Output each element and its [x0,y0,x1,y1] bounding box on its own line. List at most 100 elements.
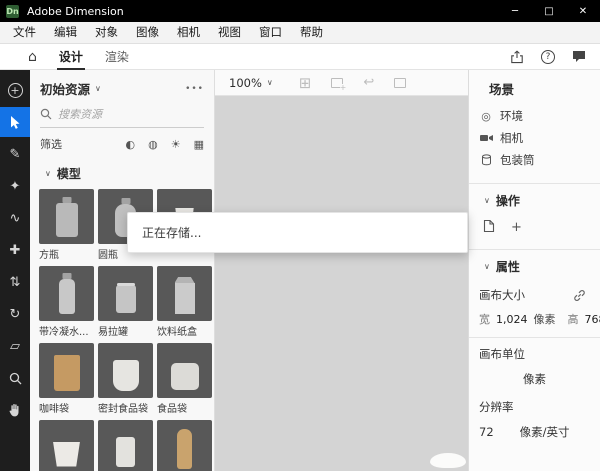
scene-item-model[interactable]: 包装筒 [469,149,600,171]
add-content-button[interactable]: + [0,75,30,105]
menu-view[interactable]: 视图 [209,22,250,43]
canvas-unit-dropdown[interactable]: 像素 [469,362,600,391]
properties-section-title: 属性 [496,258,520,275]
actions-section-header[interactable]: ∨ 操作 [469,184,600,213]
model-label: 饮料纸盒 [157,323,212,338]
help-button[interactable]: ? [541,50,555,64]
pen-tool[interactable]: ✎ [0,139,30,169]
image-filter-icon[interactable]: ▦ [194,138,204,151]
food-bag-preview [171,363,199,390]
resolution-input[interactable]: 72 [479,425,494,439]
model-thumbnail[interactable] [157,343,212,398]
camera-bookmark-button[interactable] [394,78,406,88]
width-unit-dropdown[interactable]: 像素 [534,311,556,327]
model-item[interactable]: 方瓶 [39,189,94,261]
model-item[interactable]: 饮料纸盒 [157,266,212,338]
model-item[interactable]: 食品罐 [98,420,153,471]
menu-object[interactable]: 对象 [86,22,127,43]
sampler-icon: ∿ [10,211,21,226]
model-thumbnail[interactable] [39,343,94,398]
menu-window[interactable]: 窗口 [250,22,291,43]
resolution-values: 72 像素/英寸 [469,415,600,440]
model-item[interactable]: 带冷凝水... [39,266,94,338]
scene-object[interactable] [430,453,466,468]
view-grid-button[interactable]: ⊞ [299,74,312,92]
menu-help[interactable]: 帮助 [291,22,332,43]
model-item[interactable]: 食品袋 [157,343,212,415]
model-item[interactable]: 易拉罐 [98,266,153,338]
tab-render[interactable]: 渲染 [105,44,129,69]
menu-file[interactable]: 文件 [4,22,45,43]
link-icon[interactable] [573,289,586,302]
canvas-unit-label: 画布单位 [479,346,525,362]
model-thumbnail[interactable] [98,420,153,471]
magic-wand-tool[interactable]: ✦ [0,171,30,201]
tab-design[interactable]: 设计 [59,44,83,69]
model-thumbnail[interactable] [98,266,153,321]
menu-camera[interactable]: 相机 [168,22,209,43]
scene-item-label: 环境 [500,108,523,124]
model-thumbnail[interactable] [98,343,153,398]
model-item[interactable]: 外卖盒 [39,420,94,471]
model-item[interactable]: 密封食品袋 [98,343,153,415]
menu-edit[interactable]: 编辑 [45,22,86,43]
pen-icon: ✎ [10,147,21,162]
height-input[interactable]: 768 [585,313,600,326]
zoom-dropdown[interactable]: 100% ∨ [229,76,273,90]
scene-item-environment[interactable]: ◎ 环境 [469,105,600,127]
hand-tool[interactable] [0,395,30,425]
model-thumbnail[interactable] [39,266,94,321]
environment-icon: ◎ [479,111,493,122]
search-field[interactable]: 搜索资源 [40,106,204,128]
scene-item-label: 包装筒 [500,152,535,168]
maximize-button[interactable]: □ [532,0,566,22]
minimize-button[interactable]: ─ [498,0,532,22]
resolution-unit-dropdown[interactable]: 像素/英寸 [520,424,570,440]
home-button[interactable]: ⌂ [28,50,37,64]
scene-item-camera[interactable]: 相机 [469,127,600,149]
model-label: 密封食品袋 [98,400,153,415]
actions-section-title: 操作 [496,192,520,209]
menu-image[interactable]: 图像 [127,22,168,43]
width-input[interactable]: 1,024 [496,313,528,326]
models-section-header[interactable]: ∨ 模型 [40,165,204,182]
move-tool[interactable]: ✚ [0,235,30,265]
document-button[interactable] [482,218,495,237]
model-thumbnail[interactable] [39,189,94,244]
light-filter-icon[interactable]: ☀ [171,138,181,151]
assets-panel-title[interactable]: 初始资源 [40,79,90,98]
horizon-tool[interactable]: ▱ [0,331,30,361]
properties-section-header[interactable]: ∨ 属性 [469,250,600,279]
add-action-button[interactable]: + [511,221,522,234]
material-filter-icon[interactable]: ◐ [126,138,136,151]
canvas-view-controls: ⊞ ↩ [299,74,406,92]
camera-icon [479,133,493,143]
pouch-preview [113,360,139,391]
model-thumbnail[interactable] [157,266,212,321]
resolution-label: 分辨率 [479,399,514,415]
mode-tab-bar: ⌂ 设计 渲染 ? [0,44,600,70]
canvas-viewport[interactable] [215,96,468,471]
dolly-tool[interactable]: ⇅ [0,267,30,297]
close-button[interactable]: ✕ [566,0,600,22]
model-item[interactable]: 包装筒 [157,420,212,471]
add-camera-bookmark-button[interactable] [331,78,343,88]
model-thumbnail[interactable] [157,420,212,471]
chevron-down-icon: ∨ [95,84,101,93]
can-preview [116,285,136,313]
feedback-button[interactable] [572,50,586,63]
chevron-down-icon: ∨ [267,78,273,87]
select-tool[interactable] [0,107,30,137]
orbit-tool[interactable]: ↻ [0,299,30,329]
model-thumbnail[interactable] [39,420,94,471]
environment-filter-icon[interactable]: ◍ [148,138,158,151]
model-item[interactable]: 咖啡袋 [39,343,94,415]
sampler-tool[interactable]: ∿ [0,203,30,233]
share-button[interactable] [510,50,524,64]
zoom-tool[interactable] [0,363,30,393]
panel-menu-button[interactable]: ••• [185,84,204,94]
assets-panel: 初始资源 ∨ ••• 搜索资源 筛选 ◐ ◍ ☀ ▦ ∨ 模型 方瓶 圆瓶 带冷… [30,70,215,471]
undo-view-button[interactable]: ↩ [363,75,374,90]
app-logo-icon: Dn [6,5,19,18]
model-label: 咖啡袋 [39,400,94,415]
